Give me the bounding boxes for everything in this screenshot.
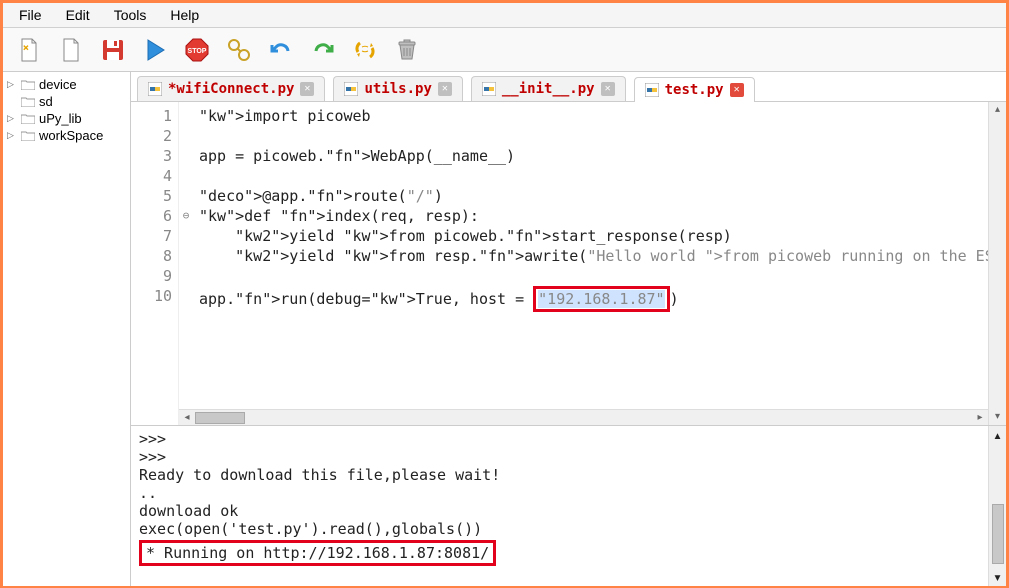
scroll-left-icon[interactable]: ◂ bbox=[179, 412, 195, 423]
vertical-scrollbar[interactable]: ▴ ▾ bbox=[988, 102, 1006, 425]
save-icon[interactable] bbox=[97, 34, 129, 66]
horizontal-scrollbar[interactable]: ◂ ▸ bbox=[179, 409, 988, 425]
menubar: File Edit Tools Help bbox=[3, 3, 1006, 28]
close-icon[interactable]: ✕ bbox=[601, 82, 615, 96]
tree-label: uPy_lib bbox=[39, 111, 82, 126]
folder-icon bbox=[21, 113, 35, 124]
redo-icon[interactable] bbox=[307, 34, 339, 66]
code-editor[interactable]: 1 2 3 4 5 6 7 8 9 10 ⊖ "kw">import picow… bbox=[131, 102, 1006, 426]
tree-label: workSpace bbox=[39, 128, 103, 143]
folder-icon bbox=[21, 130, 35, 141]
tree-item-upylib[interactable]: ▷ uPy_lib bbox=[5, 110, 128, 127]
chevron-right-icon: ▷ bbox=[7, 130, 17, 141]
close-icon[interactable]: ✕ bbox=[438, 82, 452, 96]
close-icon[interactable]: ✕ bbox=[730, 83, 744, 97]
console-output[interactable]: >>>>>>Ready to download this file,please… bbox=[131, 426, 1006, 586]
sync-icon[interactable] bbox=[349, 34, 381, 66]
main: *wifiConnect.py ✕ utils.py ✕ __init__.py… bbox=[131, 72, 1006, 586]
python-file-icon bbox=[344, 82, 358, 96]
menu-edit[interactable]: Edit bbox=[56, 5, 100, 25]
line-gutter: 1 2 3 4 5 6 7 8 9 10 bbox=[131, 102, 179, 425]
tab-row: *wifiConnect.py ✕ utils.py ✕ __init__.py… bbox=[131, 72, 1006, 102]
undo-icon[interactable] bbox=[265, 34, 297, 66]
folder-icon bbox=[21, 96, 35, 107]
python-file-icon bbox=[148, 82, 162, 96]
fold-column: ⊖ bbox=[179, 102, 193, 425]
python-file-icon bbox=[482, 82, 496, 96]
tab-test[interactable]: test.py ✕ bbox=[634, 77, 755, 102]
tree-item-sd[interactable]: sd bbox=[5, 93, 128, 110]
tree-item-workspace[interactable]: ▷ workSpace bbox=[5, 127, 128, 144]
chevron-right-icon: ▷ bbox=[7, 113, 17, 124]
workarea: ▷ device sd ▷ uPy_lib ▷ workSpace *wifiC… bbox=[3, 72, 1006, 586]
open-file-icon[interactable] bbox=[55, 34, 87, 66]
tree-label: sd bbox=[39, 94, 53, 109]
delete-icon[interactable] bbox=[391, 34, 423, 66]
file-tree: ▷ device sd ▷ uPy_lib ▷ workSpace bbox=[3, 72, 131, 586]
folder-icon bbox=[21, 79, 35, 90]
tab-label: __init__.py bbox=[502, 81, 595, 97]
tree-label: device bbox=[39, 77, 77, 92]
scroll-down-icon[interactable]: ▾ bbox=[993, 568, 1002, 586]
scroll-down-icon[interactable]: ▾ bbox=[995, 409, 1000, 425]
vertical-scrollbar[interactable]: ▴ ▾ bbox=[988, 426, 1006, 586]
scroll-thumb[interactable] bbox=[992, 504, 1004, 564]
tab-init[interactable]: __init__.py ✕ bbox=[471, 76, 626, 101]
svg-text:STOP: STOP bbox=[188, 48, 207, 55]
tab-utils[interactable]: utils.py ✕ bbox=[333, 76, 462, 101]
menu-file[interactable]: File bbox=[9, 5, 52, 25]
connect-icon[interactable] bbox=[223, 34, 255, 66]
tab-label: test.py bbox=[665, 82, 724, 98]
tab-label: utils.py bbox=[364, 81, 431, 97]
toolbar: STOP bbox=[3, 28, 1006, 72]
stop-icon[interactable]: STOP bbox=[181, 34, 213, 66]
new-file-icon[interactable] bbox=[13, 34, 45, 66]
tab-wificonnect[interactable]: *wifiConnect.py ✕ bbox=[137, 76, 325, 101]
menu-tools[interactable]: Tools bbox=[104, 5, 157, 25]
scroll-thumb[interactable] bbox=[195, 412, 245, 424]
run-icon[interactable] bbox=[139, 34, 171, 66]
scroll-up-icon[interactable]: ▴ bbox=[993, 426, 1002, 444]
python-file-icon bbox=[645, 83, 659, 97]
tree-item-device[interactable]: ▷ device bbox=[5, 76, 128, 93]
close-icon[interactable]: ✕ bbox=[300, 82, 314, 96]
scroll-up-icon[interactable]: ▴ bbox=[995, 102, 1000, 118]
scroll-right-icon[interactable]: ▸ bbox=[972, 412, 988, 423]
chevron-right-icon: ▷ bbox=[7, 79, 17, 90]
code-area[interactable]: "kw">import picoweb app = picoweb."fn">W… bbox=[193, 102, 988, 425]
menu-help[interactable]: Help bbox=[160, 5, 209, 25]
tab-label: *wifiConnect.py bbox=[168, 81, 294, 97]
